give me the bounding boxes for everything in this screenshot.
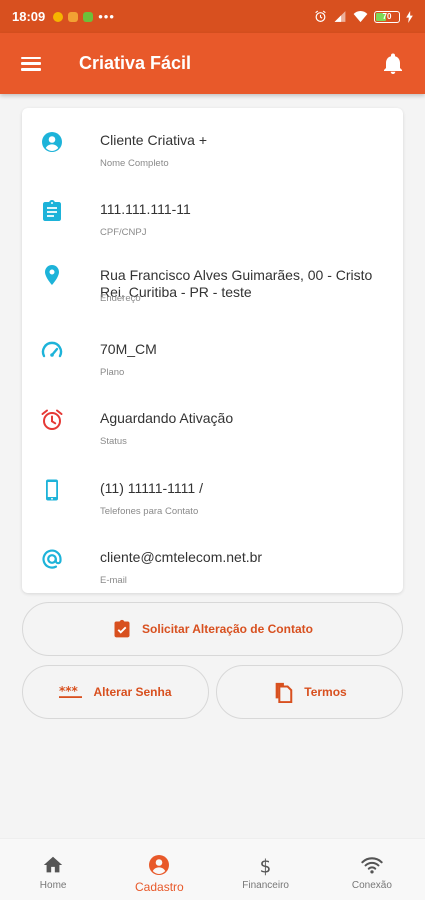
dollar-icon: $ xyxy=(259,856,271,877)
profile-row-status: Aguardando Ativação Status xyxy=(22,394,403,454)
svg-text:$: $ xyxy=(259,856,271,877)
home-icon xyxy=(43,856,63,873)
profile-value: Aguardando Ativação xyxy=(100,410,234,426)
profile-label: Endereço xyxy=(100,293,141,304)
at-sign-icon xyxy=(42,549,62,569)
charging-icon xyxy=(406,10,413,23)
profile-value: Rua Francisco Alves Guimarães, 00 - Cris… xyxy=(100,267,373,300)
account-icon xyxy=(149,855,170,875)
profile-label: E-mail xyxy=(100,575,127,586)
nav-label: Home xyxy=(39,880,67,891)
password-icon: *** xyxy=(59,686,83,698)
profile-value: (11) 11111-1111 / xyxy=(100,480,203,496)
profile-row-cpf: 111.111.111-11 CPF/CNPJ xyxy=(22,185,403,245)
profile-row-plan: 70M_CM Plano xyxy=(22,325,403,385)
terms-label: Termos xyxy=(304,685,347,699)
profile-label: Status xyxy=(100,436,127,447)
profile-row-email: cliente@cmtelecom.net.br E-mail xyxy=(22,533,403,593)
profile-label: Nome Completo xyxy=(100,158,169,169)
profile-card: Cliente Criativa + Nome Completo 111.111… xyxy=(22,108,403,593)
clipboard-icon xyxy=(43,200,61,221)
app-bar: Criativa Fácil xyxy=(0,33,425,94)
profile-row-phone: (11) 11111-1111 / Telefones para Contato xyxy=(22,464,403,524)
terms-button[interactable]: Termos xyxy=(216,665,403,719)
more-notifications-icon: ••• xyxy=(98,9,115,24)
profile-label: CPF/CNPJ xyxy=(100,227,147,238)
system-icons: 70 xyxy=(314,10,413,23)
profile-row-name: Cliente Criativa + Nome Completo xyxy=(22,116,403,176)
clipboard-check-icon xyxy=(114,619,130,638)
status-time: 18:09 xyxy=(12,9,46,24)
notification-mail-icon xyxy=(68,11,79,22)
profile-label: Plano xyxy=(100,367,125,378)
profile-value: cliente@cmtelecom.net.br xyxy=(100,549,263,565)
documents-icon xyxy=(275,682,293,703)
wifi-status-icon xyxy=(353,10,368,23)
speedometer-icon xyxy=(41,341,63,358)
smartphone-icon xyxy=(46,479,58,501)
nav-item-cadastro[interactable]: Cadastro xyxy=(106,839,212,900)
signal-icon xyxy=(334,11,346,22)
profile-label: Telefones para Contato xyxy=(100,506,199,517)
bottom-navigation: Home Cadastro $ Financeiro Conexão xyxy=(0,838,425,900)
notification-app-icon xyxy=(53,11,64,22)
profile-row-address: Rua Francisco Alves Guimarães, 00 - Cris… xyxy=(22,251,403,311)
battery-icon: 70 xyxy=(374,10,400,23)
nav-item-financeiro[interactable]: $ Financeiro xyxy=(213,839,319,900)
notification-icons: ••• xyxy=(53,9,115,24)
change-password-button[interactable]: *** Alterar Senha xyxy=(22,665,209,719)
nav-label: Financeiro xyxy=(242,880,289,891)
request-contact-change-button[interactable]: Solicitar Alteração de Contato xyxy=(22,602,403,656)
request-contact-change-label: Solicitar Alteração de Contato xyxy=(142,622,313,636)
page-title: Criativa Fácil xyxy=(79,53,192,73)
account-circle-icon xyxy=(42,132,62,152)
status-bar: 18:09 ••• 70 xyxy=(0,0,425,33)
profile-value: Cliente Criativa + xyxy=(100,132,207,148)
nav-item-conexao[interactable]: Conexão xyxy=(319,839,425,900)
bell-icon[interactable] xyxy=(381,51,405,77)
alarm-clock-icon xyxy=(41,409,63,430)
profile-value: 111.111.111-11 xyxy=(100,201,191,217)
alarm-status-icon xyxy=(315,10,326,22)
change-password-label: Alterar Senha xyxy=(93,685,172,699)
wifi-icon xyxy=(361,857,383,874)
profile-value: 70M_CM xyxy=(100,341,157,357)
nav-label: Conexão xyxy=(351,880,392,891)
nav-item-home[interactable]: Home xyxy=(0,839,106,900)
menu-icon[interactable] xyxy=(21,56,41,71)
nav-label: Cadastro xyxy=(135,880,184,894)
map-pin-icon xyxy=(45,265,59,285)
battery-level: 70 xyxy=(382,12,392,21)
notification-shop-icon xyxy=(83,11,94,22)
